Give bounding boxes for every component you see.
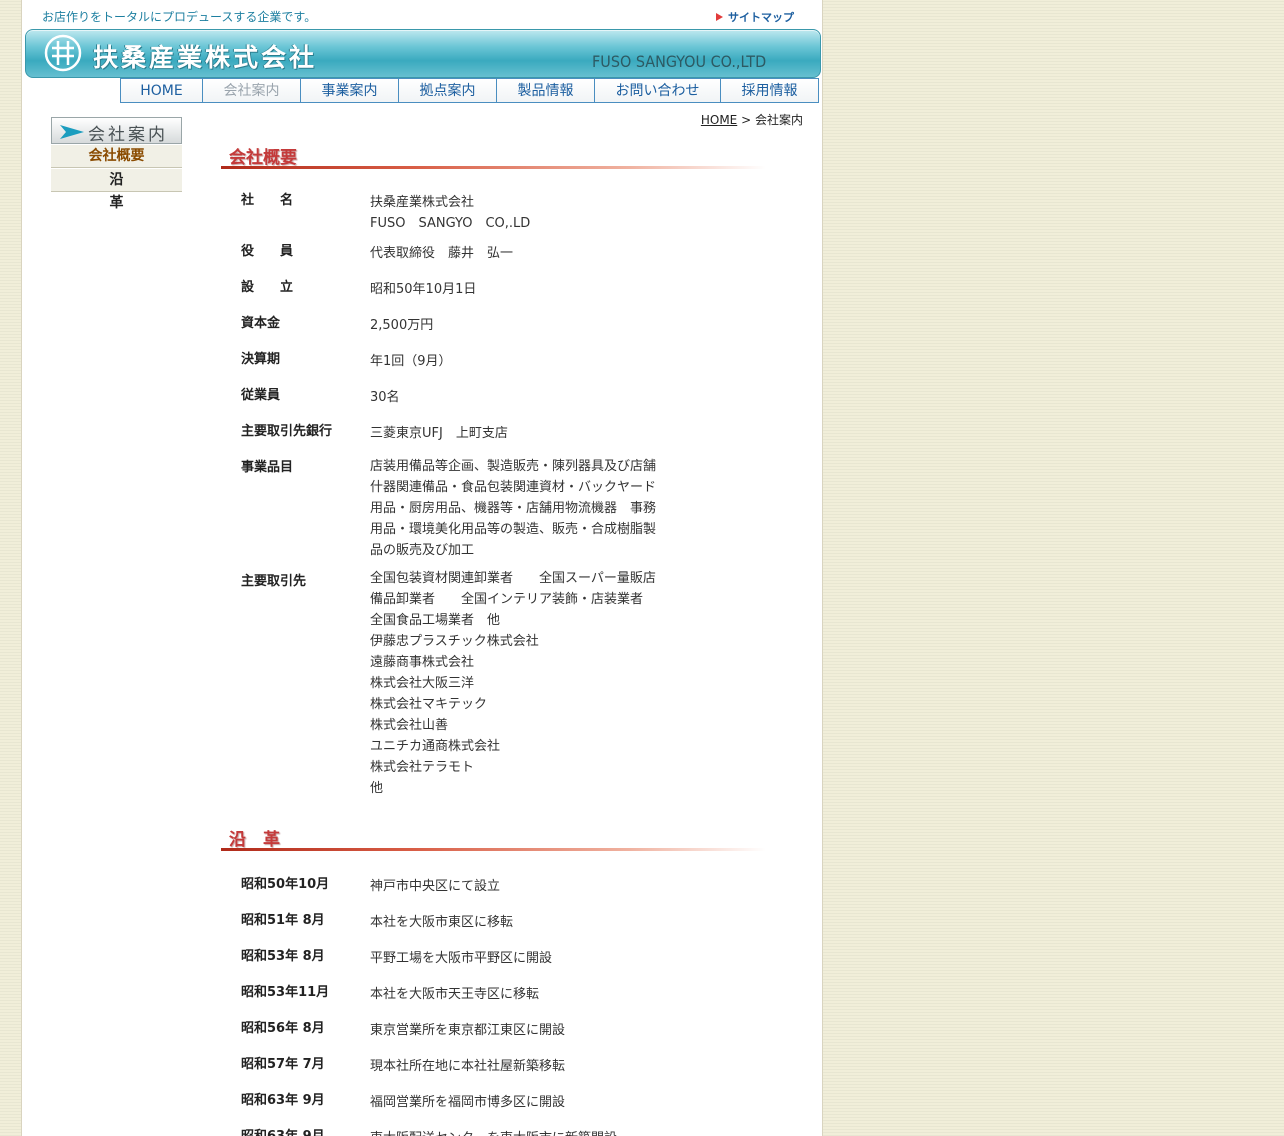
row-label: 従業員 [241,388,281,403]
row-value: 福岡営業所を福岡市博多区に開設 [370,1095,566,1110]
company-logo-icon [44,34,82,72]
row-label: 主要取引先銀行 [241,424,333,439]
row-label: 主要取引先 [241,574,307,589]
heading-underline [221,166,766,169]
row-value: 本社を大阪市天王寺区に移転 [370,987,540,1002]
row-label: 事業品目 [241,460,294,475]
row-label: 昭和57年 7月 [241,1057,325,1072]
nav-contact[interactable]: お問い合わせ [595,78,721,103]
nav-home[interactable]: HOME [121,78,203,103]
row-label: 昭和50年10月 [241,877,330,892]
breadcrumb-home[interactable]: HOME [701,113,737,127]
row-value: 30名 [370,390,400,405]
row-label: 昭和51年 8月 [241,913,325,928]
tagline: お店作りをトータルにプロデュースする企業です。 [42,10,317,24]
row-value: 店装用備品等企画、製造販売・陳列器具及び店舗什器関連備品・食品包装関連資材・バッ… [370,459,657,558]
main-nav: HOME 会社案内 事業案内 拠点案内 製品情報 お問い合わせ 採用情報 [120,78,819,103]
history-title: 沿 革 [229,830,280,850]
row-label: 昭和63年 9月 [241,1093,325,1108]
arrow-right-icon [60,125,84,139]
sidebar-header: 会社案内 [51,117,182,145]
overview-title: 会社概要 [229,148,297,168]
row-label: 昭和63年 9月 [241,1125,361,1136]
row-label: 資本金 [241,316,281,331]
nav-company[interactable]: 会社案内 [203,78,301,103]
sidebar-title: 会社案内 [88,125,168,145]
breadcrumb: HOME > 会社案内 [701,111,803,128]
overview-heading: 会社概要 [221,143,766,169]
row-label: 昭和53年11月 [241,985,330,1000]
row-value: 年1回（9月） [370,354,452,369]
company-name-en: FUSO SANGYOU CO.,LTD [592,52,767,71]
nav-recruit[interactable]: 採用情報 [721,78,819,103]
page-container: お店作りをトータルにプロデュースする企業です。 サイトマップ 扶桑産業株式会社 … [21,0,823,1136]
sidebar-item-history[interactable]: 沿革 [51,169,182,211]
sidebar: 会社案内 会社概要 沿革 [51,117,182,211]
row-value: 扶桑産業株式会社 FUSO SANGYO CO,.LD [370,195,531,231]
sitemap-link[interactable]: サイトマップ [716,9,794,25]
heading-underline [221,848,766,851]
row-value: 東大阪配送センターを東大阪市に新築開設 [370,1128,660,1136]
nav-products[interactable]: 製品情報 [497,78,595,103]
nav-business[interactable]: 事業案内 [301,78,399,103]
company-name: 扶桑産業株式会社 [93,43,318,72]
row-value: 全国包装資材関連卸業者 全国スーパー量販店備品卸業者 全国インテリア装飾・店装業… [370,571,656,796]
row-value: 本社を大阪市東区に移転 [370,915,514,930]
row-label: 設 立 [241,280,294,295]
nav-locations[interactable]: 拠点案内 [399,78,497,103]
history-heading: 沿 革 [221,825,766,851]
sidebar-item-overview[interactable]: 会社概要 [51,145,182,168]
row-label: 昭和56年 8月 [241,1021,325,1036]
row-value: 神戸市中央区にて設立 [370,879,501,894]
row-value: 東京営業所を東京都江東区に開設 [370,1023,566,1038]
row-label: 決算期 [241,352,281,367]
row-value: 平野工場を大阪市平野区に開設 [370,951,553,966]
triangle-right-icon [716,13,723,21]
breadcrumb-separator: > [741,113,752,127]
row-value: 昭和50年10月1日 [370,282,477,297]
header-banner: 扶桑産業株式会社 FUSO SANGYOU CO.,LTD [25,29,821,78]
sitemap-label: サイトマップ [728,11,794,24]
row-label: 昭和53年 8月 [241,949,325,964]
row-label: 役 員 [241,244,294,259]
breadcrumb-current: 会社案内 [754,113,803,127]
row-value: 2,500万円 [370,318,434,333]
row-label: 社 名 [241,193,294,208]
row-value: 代表取締役 藤井 弘一 [370,246,514,261]
row-value: 現本社所在地に本社社屋新築移転 [370,1059,566,1074]
row-value: 三菱東京UFJ 上町支店 [370,426,508,441]
